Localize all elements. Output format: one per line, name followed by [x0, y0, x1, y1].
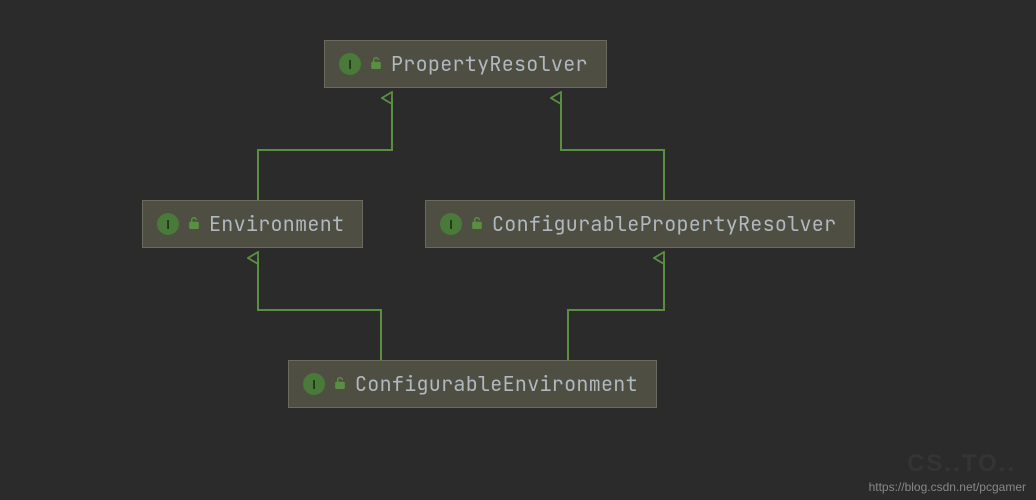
watermark-url: https://blog.csdn.net/pcgamer	[869, 480, 1026, 494]
node-label: PropertyResolver	[391, 51, 588, 77]
node-property-resolver[interactable]: I PropertyResolver	[324, 40, 607, 88]
node-label: ConfigurableEnvironment	[355, 371, 638, 397]
unlock-icon	[470, 216, 484, 233]
interface-icon: I	[157, 213, 179, 235]
node-configurable-property-resolver[interactable]: I ConfigurablePropertyResolver	[425, 200, 855, 248]
node-configurable-environment[interactable]: I ConfigurableEnvironment	[288, 360, 657, 408]
interface-icon: I	[303, 373, 325, 395]
node-environment[interactable]: I Environment	[142, 200, 363, 248]
interface-icon: I	[339, 53, 361, 75]
node-label: Environment	[209, 211, 344, 237]
unlock-icon	[187, 216, 201, 233]
watermark-faint: CS..TO..	[907, 450, 1016, 478]
unlock-icon	[333, 376, 347, 393]
interface-icon: I	[440, 213, 462, 235]
node-label: ConfigurablePropertyResolver	[492, 211, 836, 237]
unlock-icon	[369, 56, 383, 73]
